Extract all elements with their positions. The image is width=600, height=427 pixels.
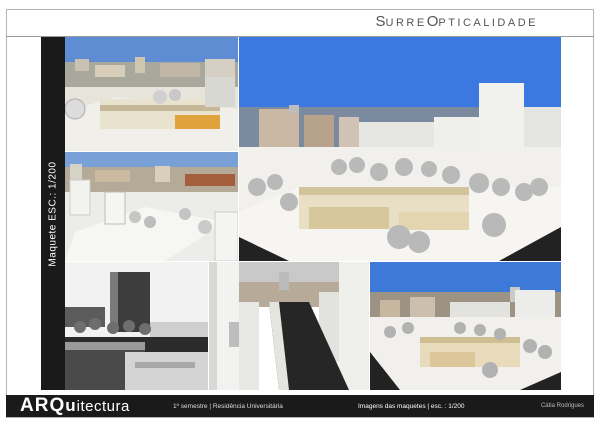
photo-large-main	[239, 37, 561, 261]
photo-top-left-aerial	[65, 37, 238, 151]
photo-bottom-right	[370, 262, 561, 390]
author-name: Cátia Rodrigues	[540, 403, 584, 409]
brand-logo: ARQuitectura	[20, 395, 130, 416]
photo-street-corridor	[209, 262, 369, 390]
footer-bar: ARQuitectura 1º semestre | Residência Un…	[6, 395, 594, 417]
photo-mid-left-aerial	[65, 152, 238, 261]
images-caption: Imagens das maquetes | esc. : 1/200	[358, 403, 465, 410]
sidebar-label: Maquete ESC.: 1/200	[47, 160, 59, 267]
page-title: SURREOPTICALIDADE	[375, 13, 538, 30]
course-info: 1º semestre | Residência Universitária	[173, 403, 283, 410]
photo-bw-left	[65, 262, 208, 390]
